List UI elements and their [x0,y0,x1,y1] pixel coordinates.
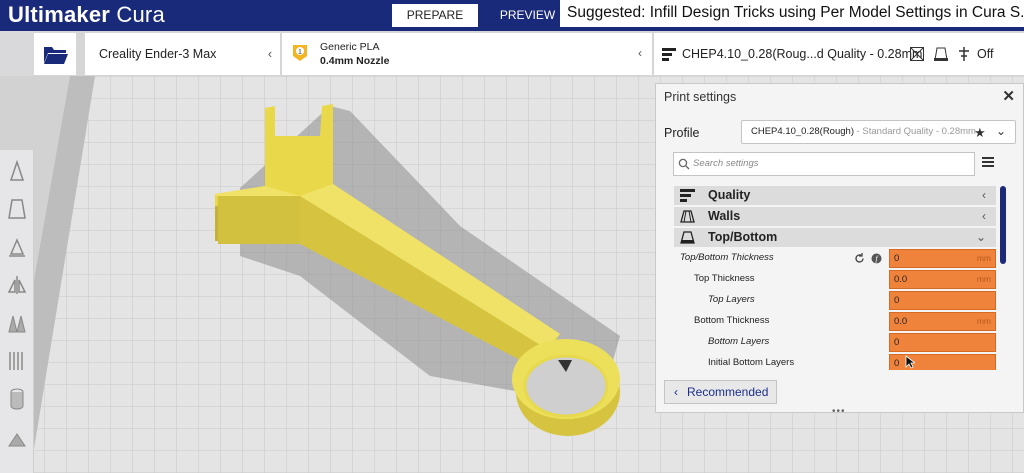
search-input[interactable]: Search settings [673,152,975,176]
setting-value[interactable]: 0.0 mm [889,312,996,331]
setting-label: Bottom Layers [708,336,770,347]
profile-suffix: - Standard Quality - 0.28mm [853,126,976,137]
mirror-tool-icon[interactable] [5,272,29,298]
quality-icon [662,48,676,61]
chevron-left-icon: ‹ [982,209,986,223]
app-logo: Ultimaker Cura [8,2,165,28]
setting-row-top-layers: Top Layers 0 [656,290,1023,311]
value-text: 0.0 [894,274,908,285]
setting-label: Top Layers [708,294,755,305]
chevron-down-icon[interactable]: ⌄ [996,124,1006,138]
brand-name: Ultimaker [8,2,111,27]
star-icon[interactable]: ★ [974,125,986,141]
setting-value[interactable]: 0 mm [889,249,996,268]
open-file-button[interactable] [34,33,76,75]
category-label: Quality [708,188,751,202]
chevron-down-icon: ⌄ [975,230,986,244]
panel-header: Print settings ✕ [656,84,1023,110]
print-settings-summary: CHEP4.10_0.28(Roug...d Quality - 0.28mm [682,47,923,61]
unit: mm [976,274,991,284]
recommended-button[interactable]: ‹ Recommended [664,380,777,404]
toolbar-header-strip [0,31,34,76]
move-tool-icon[interactable] [5,158,29,184]
reset-icon[interactable] [854,253,865,264]
material-name: Generic PLA [320,41,380,53]
per-model-settings-icon[interactable] [5,310,29,336]
walls-icon [680,210,695,223]
extruder-badge-icon: 1 [293,45,307,61]
material-selector[interactable]: 1 Generic PLA 0.4mm Nozzle ‹ [282,33,652,75]
chevron-left-icon: ‹ [267,47,272,61]
settings-list: Quality ‹ Walls ‹ Top/Bottom ⌄ Top/Botto… [656,184,1023,370]
value-text: 0 [894,337,900,348]
setting-row-top-thickness: Top Thickness 0.0 mm [656,269,1023,290]
printer-name: Creality Ender-3 Max [99,47,217,61]
folder-icon [44,47,68,64]
infill-icon [910,47,924,61]
setting-label: Top/Bottom Thickness [680,252,774,263]
profile-label: Profile [664,126,700,140]
setting-value[interactable]: 0 [889,291,996,310]
scale-tool-icon[interactable] [5,196,29,222]
settings-scrollbar[interactable] [1000,186,1006,264]
setting-row-bottom-layers: Bottom Layers 0 [656,332,1023,353]
setting-label: Bottom Thickness [694,315,770,326]
tool-sidebar [0,150,34,473]
setting-row-initial-bottom-layers: Initial Bottom Layers 0 [656,353,1023,370]
cursor-icon [905,355,915,369]
menu-icon[interactable] [982,157,994,167]
category-label: Top/Bottom [708,230,778,244]
quality-icon [680,189,695,202]
search-placeholder: Search settings [693,158,759,169]
panel-title: Print settings [664,90,737,104]
close-icon[interactable]: ✕ [1002,87,1015,105]
setting-label: Initial Bottom Layers [708,357,795,368]
print-settings-panel: Print settings ✕ Profile CHEP4.10_0.28(R… [655,83,1024,417]
chevron-left-icon: ‹ [638,46,642,60]
value-text: 0 [894,295,900,306]
configuration-bar: Creality Ender-3 Max ‹ 1 Generic PLA 0.4… [0,31,1024,76]
printer-selector[interactable]: Creality Ender-3 Max ‹ [85,33,280,75]
support-state: Off [977,47,994,61]
chevron-left-icon: ‹ [982,188,986,202]
function-icon[interactable]: f [871,253,882,264]
setting-label: Top Thickness [694,273,755,284]
adhesion-icon [934,47,948,61]
top-bottom-icon [680,231,695,244]
value-text: 0 [894,358,900,369]
setting-row-bottom-thickness: Bottom Thickness 0.0 mm [656,311,1023,332]
category-top-bottom[interactable]: Top/Bottom ⌄ [674,228,996,247]
support-blocker-icon[interactable] [5,348,29,374]
recommended-label: Recommended [687,385,769,399]
extruder-number: 1 [298,49,302,56]
print-settings-selector[interactable]: CHEP4.10_0.28(Roug...d Quality - 0.28mm … [654,33,1024,75]
category-label: Walls [708,209,741,223]
search-icon [678,158,690,170]
category-quality[interactable]: Quality ‹ [674,186,996,205]
cylinder-tool-icon[interactable] [5,386,29,412]
nozzle-size: 0.4mm Nozzle [320,55,390,67]
cura-window: Ultimaker Cura PREPARE PREVIEW Suggested… [0,0,1024,473]
profile-value: CHEP4.10_0.28(Rough) [751,126,854,137]
setting-value[interactable]: 0 [889,333,996,352]
tab-preview[interactable]: PREVIEW [495,4,560,27]
unit: mm [976,316,991,326]
chevron-left-icon: ‹ [674,385,678,399]
suggested-video-banner[interactable]: Suggested: Infill Design Tricks using Pe… [560,0,1024,27]
resize-handle-icon[interactable]: ••• [832,406,846,417]
setting-value[interactable]: 0.0 mm [889,270,996,289]
setting-row-top-bottom-thickness: Top/Bottom Thickness f 0 mm [656,248,1023,269]
brand-suffix: Cura [110,2,165,27]
value-text: 0 [894,253,900,264]
rotate-tool-icon[interactable] [5,234,29,260]
category-walls[interactable]: Walls ‹ [674,207,996,226]
eraser-tool-icon[interactable] [5,424,29,450]
value-text: 0.0 [894,316,908,327]
unit: mm [976,253,991,263]
support-icon [959,47,969,61]
tab-prepare[interactable]: PREPARE [392,4,478,27]
